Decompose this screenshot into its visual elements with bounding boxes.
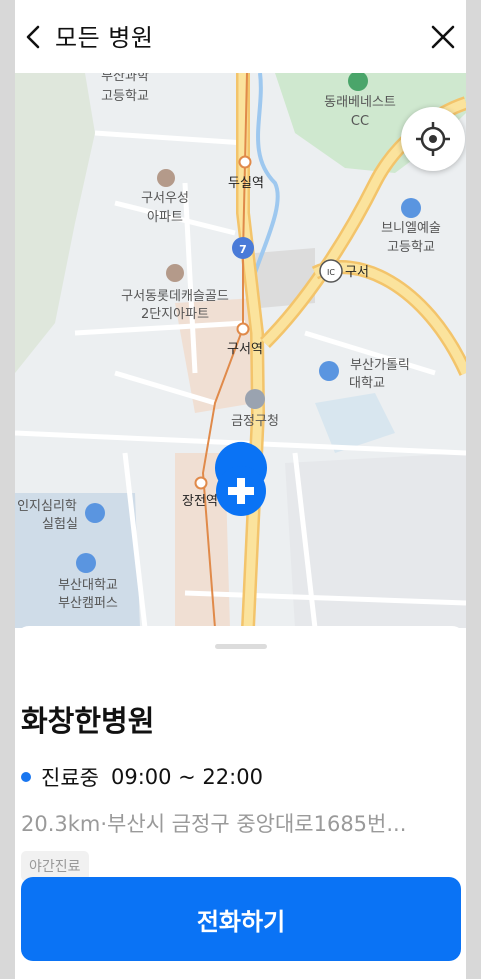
- map-label-univ2b: 부산캠퍼스: [58, 596, 118, 611]
- status-row: 진료중 09:00 ~ 22:00: [21, 763, 263, 791]
- map-label-cc2: CC: [351, 114, 369, 129]
- map-label-univ2: 부산대학교: [58, 578, 118, 593]
- map-label-school2: 브니엘예술: [381, 221, 441, 236]
- map-label-station1: 두실역: [228, 176, 264, 191]
- page-title: 모든 병원: [55, 24, 154, 52]
- call-button[interactable]: 전화하기: [21, 877, 461, 961]
- crosshair-icon: [416, 122, 450, 156]
- my-location-button[interactable]: [401, 107, 465, 171]
- address-label: 20.3km·부산시 금정구 중앙대로1685번...: [21, 812, 407, 836]
- map-label-lab1: 인지심리학: [17, 499, 77, 514]
- status-dot-icon: [21, 772, 31, 782]
- top-bar: 모든 병원: [15, 0, 466, 73]
- map-view[interactable]: 부산과학 고등학교 동래베네스트 CC 구서우성 아파트 두실역 브니엘예술 고…: [15, 73, 466, 628]
- map-label-lab1b: 실험실: [42, 517, 78, 532]
- app-frame: 모든 병원 부산과학 고등학교 동래베네스트 CC 구서우성 아파트 두실역 브…: [15, 0, 466, 979]
- ic-badge-text: IC: [327, 268, 335, 277]
- map-label-office: 금정구청: [231, 414, 279, 429]
- map-label-station2: 구서역: [227, 342, 263, 357]
- map-label-apt1b: 아파트: [147, 210, 183, 225]
- map-label-univ1b: 대학교: [349, 376, 385, 391]
- map-label-school1: 부산과학: [101, 73, 149, 84]
- map-canvas: 부산과학 고등학교 동래베네스트 CC 구서우성 아파트 두실역 브니엘예술 고…: [15, 73, 466, 628]
- map-label-school1b: 고등학교: [101, 89, 149, 104]
- hours-label: 09:00 ~ 22:00: [110, 765, 263, 789]
- close-icon[interactable]: [426, 20, 460, 54]
- hospital-detail-sheet: 화창한병원 진료중 09:00 ~ 22:00 20.3km·부산시 금정구 중…: [15, 626, 466, 979]
- map-label-ic: 구서: [345, 265, 369, 280]
- map-label-school2b: 고등학교: [387, 240, 435, 255]
- map-label-apt2: 구서동롯데캐슬골드: [121, 289, 229, 304]
- hospital-name: 화창한병원: [21, 704, 155, 738]
- status-label: 진료중: [41, 766, 99, 790]
- map-label-station3: 장전역: [182, 494, 218, 509]
- map-label-cc: 동래베네스트: [324, 95, 396, 110]
- sheet-drag-handle[interactable]: [215, 644, 267, 649]
- map-label-univ1: 부산가톨릭: [350, 358, 410, 373]
- map-label-apt2b: 2단지아파트: [141, 307, 209, 322]
- map-label-apt1: 구서우성: [141, 191, 189, 206]
- hospital-marker-icon[interactable]: [215, 441, 267, 516]
- back-arrow-icon[interactable]: [19, 20, 49, 54]
- route-shield-number: 7: [239, 243, 247, 256]
